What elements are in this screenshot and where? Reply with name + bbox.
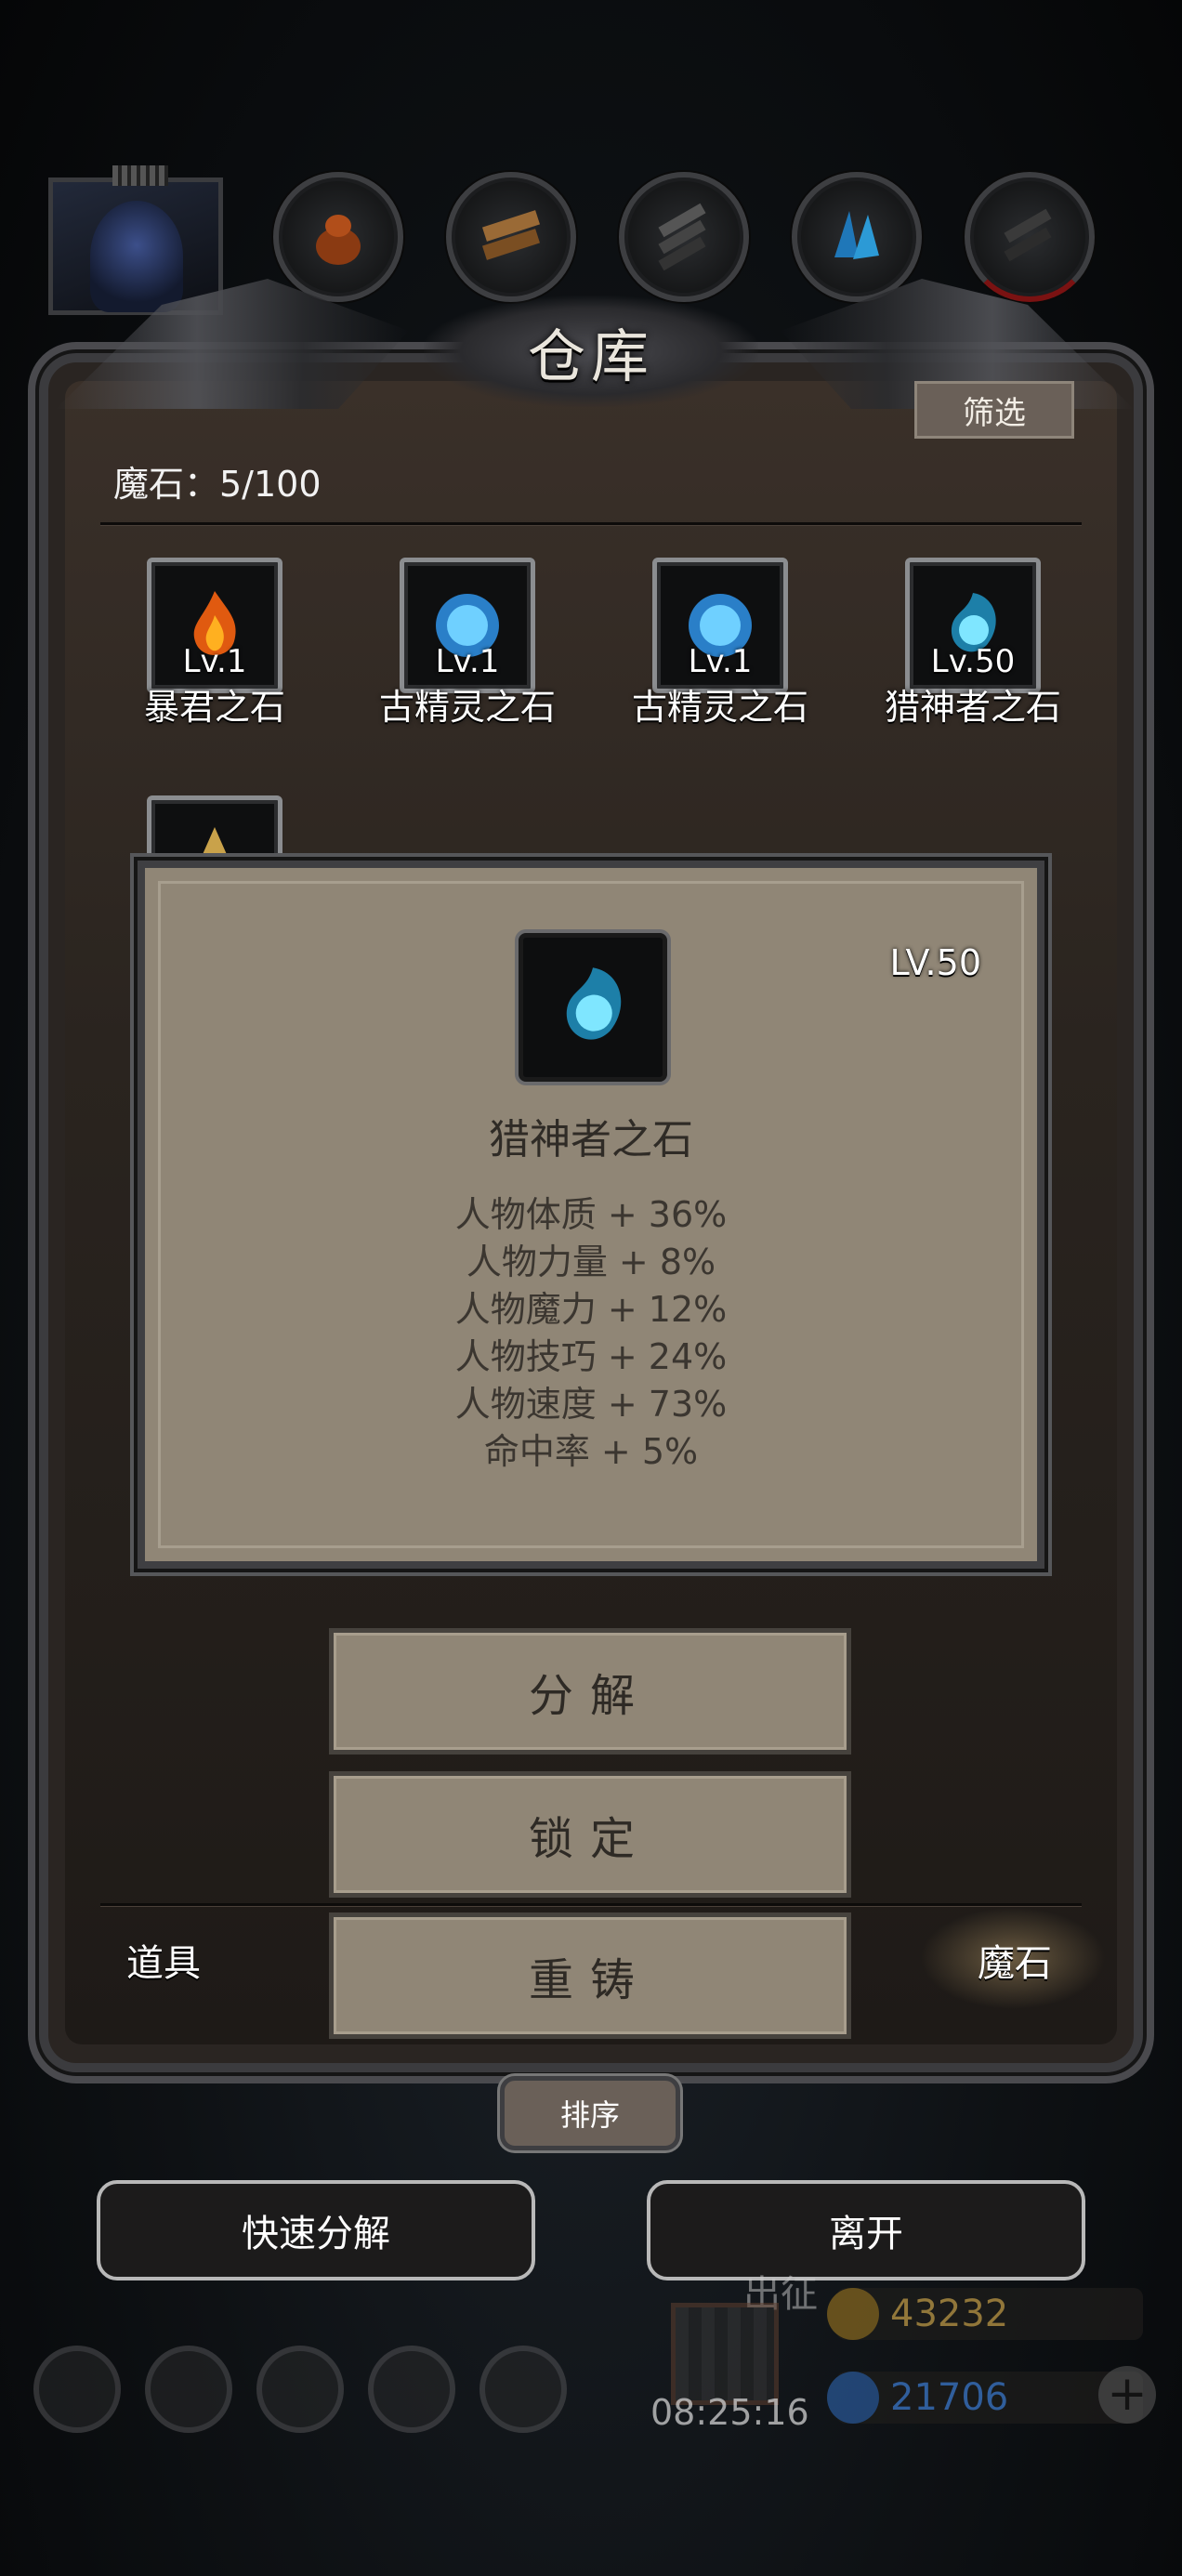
category-tab-crystals[interactable] — [792, 172, 922, 302]
gold-icon — [827, 2288, 879, 2340]
tab-items[interactable]: 道具 — [126, 1933, 201, 1987]
portrait-crest — [112, 165, 168, 186]
stat-line: 人物体质 + 36% — [454, 1194, 728, 1235]
stone-name: 古精灵之石 — [631, 687, 808, 728]
decompose-button[interactable]: 分解 — [329, 1628, 851, 1755]
blue-crystal-icon — [834, 211, 879, 259]
detail-level: LV.50 — [889, 942, 981, 983]
stone-name: 暴君之石 — [143, 687, 285, 728]
category-tab-iron[interactable] — [965, 172, 1095, 302]
stone-level: Lv.1 — [435, 643, 500, 680]
stone-item[interactable]: Lv.1 暴君之石 — [82, 558, 305, 743]
character-avatar — [90, 201, 183, 312]
category-tab-potion[interactable] — [273, 172, 403, 302]
hunter-orb-icon — [566, 967, 622, 1040]
gift-timer: 08:25:16 — [650, 2392, 809, 2433]
detail-name: 猎神者之石 — [489, 1116, 693, 1163]
shop-icon[interactable] — [479, 2346, 567, 2433]
stone-level: Lv.1 — [688, 643, 753, 680]
guild-icon[interactable] — [256, 2346, 344, 2433]
stat-line: 命中率 + 5% — [483, 1431, 699, 1472]
category-tab-materials[interactable] — [446, 172, 576, 302]
stone-name: 猎神者之石 — [884, 687, 1061, 728]
settings-icon[interactable] — [33, 2346, 121, 2433]
stat-line: 人物魔力 + 12% — [454, 1289, 728, 1330]
diamond-icon — [827, 2372, 879, 2424]
sort-button[interactable]: 排序 — [500, 2076, 680, 2150]
stone-level: Lv.50 — [930, 643, 1016, 680]
lock-button[interactable]: 锁定 — [329, 1771, 851, 1898]
gold-value: 43232 — [890, 2293, 1009, 2335]
stat-line: 人物技巧 + 24% — [454, 1336, 728, 1377]
category-bar — [48, 165, 1136, 315]
leave-button[interactable]: 离开 — [647, 2180, 1085, 2280]
detail-stats: 人物体质 + 36% 人物力量 + 8% 人物魔力 + 12% 人物技巧 + 2… — [145, 1191, 1037, 1476]
reforge-button[interactable]: 重铸 — [329, 1912, 851, 2039]
iron-ingot-icon — [1004, 208, 1052, 262]
potion-icon — [316, 215, 361, 265]
diamond-counter: 21706 — [827, 2372, 1143, 2424]
metal-bars-icon — [658, 203, 706, 271]
gift-box-icon[interactable] — [671, 2303, 779, 2405]
title-plate: 仓库 — [424, 296, 758, 407]
stone-level: Lv.1 — [182, 643, 247, 680]
stone-item[interactable]: Lv.50 猎神者之石 — [840, 558, 1063, 743]
gold-counter: 43232 — [827, 2288, 1143, 2340]
star-icon[interactable] — [145, 2346, 232, 2433]
category-tab-ore[interactable] — [619, 172, 749, 302]
divider-bottom — [100, 1903, 1082, 1906]
stone-item[interactable]: Lv.1 古精灵之石 — [335, 558, 558, 743]
tab-magic-stones[interactable]: 魔石 — [978, 1933, 1052, 1987]
divider-top — [100, 522, 1082, 525]
page-title: 仓库 — [527, 322, 654, 390]
detail-stone-frame — [519, 933, 667, 1082]
wood-planks-icon — [481, 210, 541, 260]
mail-icon[interactable] — [368, 2346, 455, 2433]
stone-name: 古精灵之石 — [378, 687, 556, 728]
diamond-value: 21706 — [890, 2376, 1009, 2419]
character-portrait[interactable] — [48, 165, 223, 315]
add-currency-icon[interactable]: + — [1098, 2366, 1156, 2424]
quick-decompose-button[interactable]: 快速分解 — [97, 2180, 535, 2280]
stat-line: 人物力量 + 8% — [466, 1242, 716, 1282]
stone-count-label: 魔石：5/100 — [113, 464, 322, 505]
filter-button[interactable]: 筛选 — [914, 381, 1074, 439]
stone-detail-popup: LV.50 猎神者之石 人物体质 + 36% 人物力量 + 8% 人物魔力 + … — [138, 861, 1044, 1569]
stone-item[interactable]: Lv.1 古精灵之石 — [587, 558, 810, 743]
stat-line: 人物速度 + 73% — [454, 1384, 728, 1425]
